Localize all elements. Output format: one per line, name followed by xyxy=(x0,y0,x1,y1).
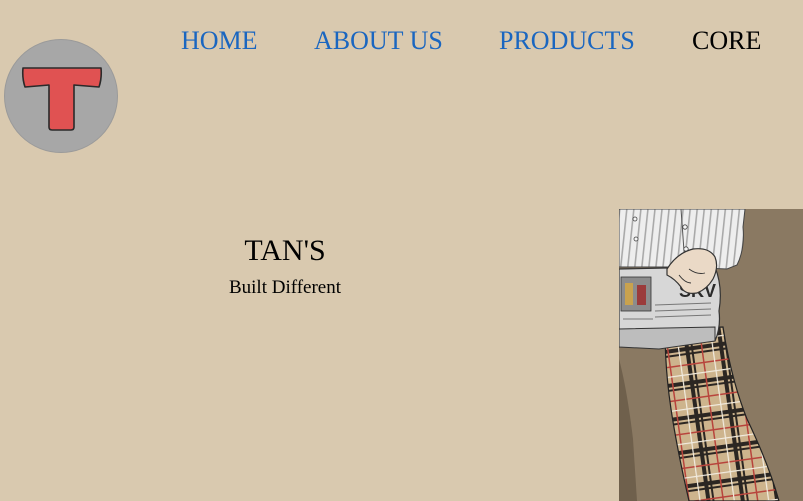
nav-link-products[interactable]: PRODUCTS xyxy=(499,26,635,56)
nav-link-about-us[interactable]: ABOUT US xyxy=(314,26,443,56)
fashion-illustration-image: SKV xyxy=(619,209,803,501)
main-navigation: HOME ABOUT US PRODUCTS CORE xyxy=(0,26,803,56)
nav-link-core[interactable]: CORE xyxy=(692,26,761,56)
hero-tagline: Built Different xyxy=(228,277,342,298)
nav-link-home[interactable]: HOME xyxy=(181,26,258,56)
fashion-illustration: SKV xyxy=(619,209,803,501)
hero-section: TAN'S Built Different xyxy=(185,234,385,299)
t-letter-logo-icon xyxy=(21,67,103,131)
site-logo[interactable] xyxy=(4,39,118,153)
hero-title: TAN'S xyxy=(244,234,326,267)
